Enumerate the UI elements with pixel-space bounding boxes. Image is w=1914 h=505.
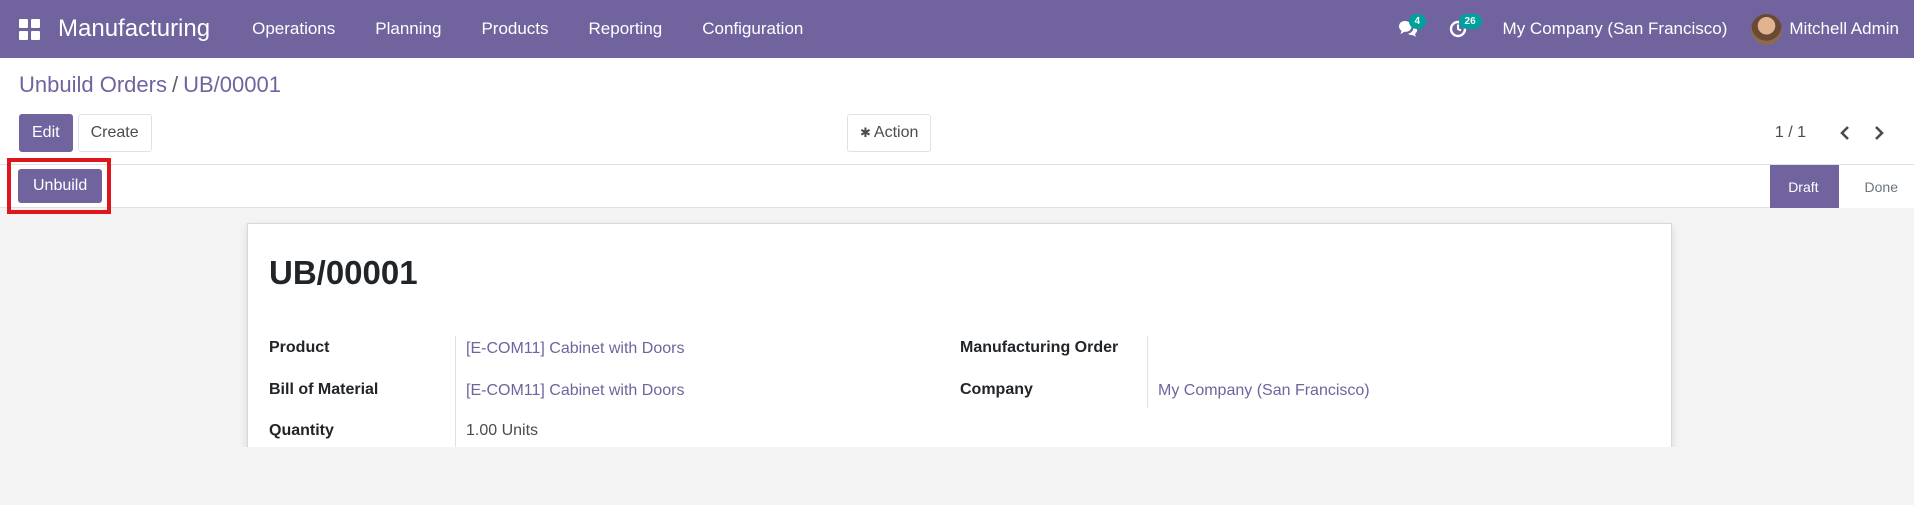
chevron-left-icon [1840,126,1849,140]
field-value-quantity: 1.00 Units [466,422,538,440]
user-name: Mitchell Admin [1789,19,1899,38]
status-step-done[interactable]: Done [1838,165,1914,208]
breadcrumb-parent-link[interactable]: Unbuild Orders [19,72,167,98]
field-value-bill-of-material[interactable]: [E-COM11] Cabinet with Doors [466,382,684,400]
control-panel: Unbuild Orders / UB/00001 Edit Create ✱ … [0,58,1914,165]
chevron-right-icon [1875,126,1884,140]
activities-count-badge: 26 [1458,14,1482,29]
breadcrumb-current: UB/00001 [183,72,281,97]
company-switcher[interactable]: My Company (San Francisco) [1483,19,1752,39]
apps-menu-icon[interactable] [0,0,58,58]
edit-button[interactable]: Edit [19,114,73,152]
top-navbar: Manufacturing Operations Planning Produc… [0,0,1914,58]
gear-icon: ✱ [860,125,871,140]
menu-reporting[interactable]: Reporting [569,0,683,58]
breadcrumb-separator: / [171,72,179,97]
activities-button[interactable]: 26 [1433,0,1483,58]
field-value-product[interactable]: [E-COM11] Cabinet with Doors [466,340,684,358]
avatar [1751,13,1783,45]
quantity-unit: Units [501,422,539,439]
form-statusbar: Unbuild Draft Done [0,158,1914,214]
status-steps: Draft Done [1770,165,1914,208]
form-view: UB/00001 Product [E-COM11] Cabinet with … [0,208,1914,447]
form-sheet: UB/00001 Product [E-COM11] Cabinet with … [247,223,1672,447]
messages-button[interactable]: 4 [1383,0,1433,58]
field-label-bill-of-material: Bill of Material [269,381,379,398]
field-label-product: Product [269,339,330,356]
menu-products[interactable]: Products [461,0,568,58]
menu-planning[interactable]: Planning [355,0,461,58]
breadcrumb: Unbuild Orders / UB/00001 [19,72,281,98]
user-menu[interactable]: Mitchell Admin [1751,13,1914,45]
field-label-company: Company [960,381,1033,398]
quantity-amount: 1.00 [466,422,498,439]
right-group-divider [1147,336,1148,408]
record-title: UB/00001 [269,254,418,291]
status-step-draft[interactable]: Draft [1770,165,1851,208]
pager-next-button[interactable] [1862,114,1896,152]
messages-count-badge: 4 [1408,14,1427,29]
field-value-company[interactable]: My Company (San Francisco) [1158,382,1370,400]
pager-previous-button[interactable] [1828,114,1862,152]
create-button[interactable]: Create [77,114,152,152]
menu-configuration[interactable]: Configuration [682,0,823,58]
app-brand[interactable]: Manufacturing [58,15,210,43]
action-dropdown-button[interactable]: ✱ Action [847,114,932,152]
pager: 1 / 1 [1775,114,1896,152]
pager-value[interactable]: 1 / 1 [1775,124,1806,142]
left-group-divider [455,336,456,447]
field-label-manufacturing-order: Manufacturing Order [960,339,1119,356]
menu-operations[interactable]: Operations [232,0,355,58]
field-label-quantity: Quantity [269,422,334,439]
action-label: Action [873,124,919,141]
unbuild-button[interactable]: Unbuild [18,169,103,203]
